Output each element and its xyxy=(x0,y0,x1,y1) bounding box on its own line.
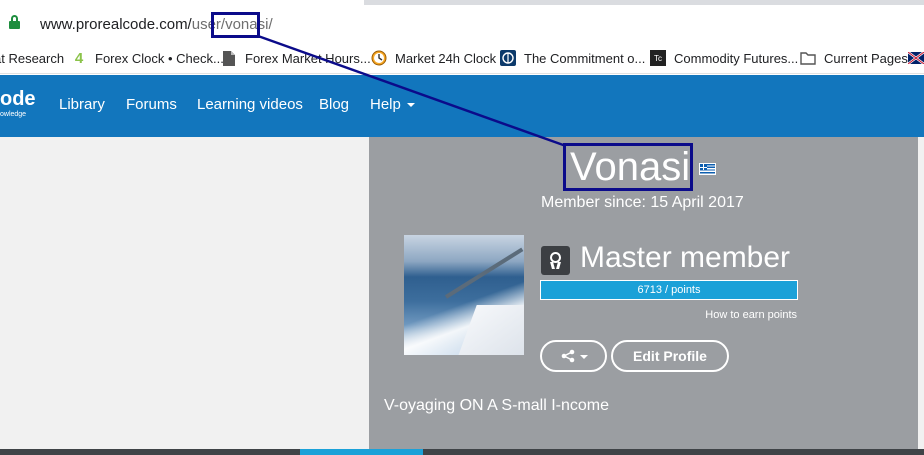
annotation-box-username xyxy=(563,143,693,191)
screenshot-root: www.prorealcode.com/user/vonasi/ at Rese… xyxy=(0,0,924,455)
annotation-box-url xyxy=(211,12,260,38)
annotation-connector-line xyxy=(257,34,567,148)
